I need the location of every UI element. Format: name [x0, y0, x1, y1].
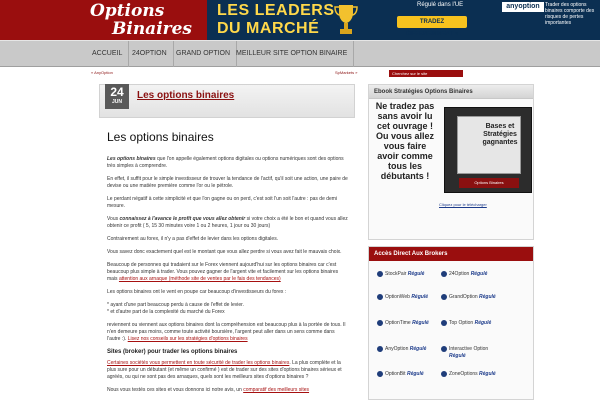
broker-regulated-badge: Régulé: [412, 320, 429, 326]
banner-cta-button[interactable]: TRADEZ DIFFÉREMMENT »: [397, 16, 467, 37]
broker-logo-icon: [441, 346, 447, 352]
page-title: Les options binaires: [107, 130, 214, 144]
post-content: Les options binaires Les options binaire…: [107, 130, 349, 400]
paragraph-9: * ayant d'une part beaucoup perdu à caus…: [107, 302, 244, 308]
paragraph-12: Certaines sociétés vous permettent en to…: [107, 360, 349, 381]
broker-regulated-badge: Régulé: [406, 371, 424, 377]
broker-item[interactable]: GrandOption Régulé: [441, 294, 503, 308]
paragraph-13: Nous vous testés ces sites et vous donno…: [107, 387, 349, 394]
paragraph-10: * et d'autre part de la complexité du ma…: [107, 309, 225, 315]
site-logo[interactable]: Options Binaires: [88, 0, 200, 40]
ebook-download-link[interactable]: Cliquez pour le télécharger: [439, 202, 487, 207]
broker-logo-icon: [377, 271, 383, 277]
broker-name: StockPair: [385, 271, 407, 277]
logo-line-2: Binaires: [112, 19, 193, 39]
date-badge: 24 JUN: [105, 84, 129, 109]
nav-item-grand-option[interactable]: Grand Option: [170, 41, 238, 67]
prev-post-link[interactable]: « AnyOption: [91, 70, 113, 75]
broker-name: ZoneOptions: [449, 371, 478, 377]
broker-name: Interactive Option: [449, 346, 489, 352]
broker-logo-icon: [377, 320, 383, 326]
broker-item[interactable]: ZoneOptions Régulé: [441, 371, 503, 385]
broker-name: OptionWeb: [385, 294, 410, 300]
broker-name: 24Option: [449, 271, 470, 277]
date-month: JUN: [111, 99, 122, 105]
brokers-widget-title: Accès Direct Aux Brokers: [369, 247, 533, 261]
broker-logo-icon: [377, 371, 383, 377]
search-box[interactable]: Cherchez sur le site: [389, 70, 463, 77]
broker-logo-icon: [377, 294, 383, 300]
ebook-cover-title: Bases et Stratégies gagnantes: [482, 123, 518, 146]
paragraph-4-a: Vous: [107, 216, 120, 222]
broker-regulated-badge: Régulé: [474, 320, 492, 326]
nav-item-meilleur-site[interactable]: Meilleur site option binaire: [230, 41, 355, 67]
paragraph-4: Vous connaissez à l'avance le profit que…: [107, 216, 349, 230]
broker-name: AnyOption: [385, 346, 409, 352]
banner-headline-1: LES LEADERS: [217, 2, 335, 19]
broker-logo-icon: [441, 320, 447, 326]
paragraph-8: Les options binaires ont le vent en poup…: [107, 289, 287, 295]
ebook-widget: Ebook Stratégies Options Binaires Ne tra…: [368, 84, 534, 240]
broker-regulated-badge: Régulé: [409, 346, 427, 352]
broker-logo-icon: [441, 294, 447, 300]
paragraph-7: Beaucoup de personnes qui tradaient sur …: [107, 262, 349, 283]
paragraph-2: En effet, il suffit pour le simple inves…: [107, 176, 348, 189]
date-day: 24: [110, 85, 124, 99]
broker-item[interactable]: Interactive Option Régulé: [441, 346, 503, 360]
comparatif-link[interactable]: comparatif des meilleurs sites: [243, 387, 309, 393]
nav-item-24option[interactable]: 24Option: [126, 41, 174, 67]
section-heading: Sites (broker) pour trader les options b…: [107, 349, 238, 355]
broker-item[interactable]: OptionTime Régulé: [377, 320, 439, 334]
paragraph-3: Le perdant négatif à cette simplicité et…: [107, 196, 338, 209]
arnaque-link[interactable]: attention aux arnaque (méthode site de v…: [119, 276, 281, 282]
strategies-link[interactable]: Lisez nos conseils sur les stratégies d'…: [128, 336, 248, 342]
ebook-cover-screen: Bases et Stratégies gagnantes: [457, 116, 521, 174]
paragraph-6: Vous savez donc exactement quel est le m…: [107, 249, 342, 255]
anyoption-banner-ad[interactable]: LES LEADERS DU MARCHÉ Régulé dans l'UE T…: [207, 0, 600, 40]
ebook-pitch: Ne tradez pas sans avoir lu cet ouvrage …: [375, 101, 435, 181]
broker-regulated-badge: Régulé: [470, 271, 488, 277]
nav-item-accueil[interactable]: Accueil: [86, 41, 130, 67]
broker-item[interactable]: 24Option Régulé: [441, 271, 503, 285]
next-post-link[interactable]: SpMarkets »: [335, 70, 357, 75]
trophy-icon: [334, 5, 358, 34]
paragraph-4-strong: connaissez à l'avance le profit que vous…: [119, 216, 246, 222]
broker-regulated-badge: Régulé: [407, 271, 425, 277]
post-header: 24 JUN Les options binaires: [99, 84, 355, 118]
broker-name: OptionBit: [385, 371, 406, 377]
broker-regulated-badge: Régulé: [449, 353, 466, 359]
banner-regulated-text: Régulé dans l'UE: [417, 2, 464, 8]
broker-item[interactable]: AnyOption Régulé: [377, 346, 439, 360]
broker-item[interactable]: Top Option Régulé: [441, 320, 503, 334]
broker-item[interactable]: OptionWeb Régulé: [377, 294, 439, 308]
broker-item[interactable]: OptionBit Régulé: [377, 371, 439, 385]
broker-logo-icon: [441, 271, 447, 277]
broker-name: OptionTime: [385, 320, 411, 326]
broker-regulated-badge: Régulé: [479, 294, 496, 300]
site-header: Options Binaires LES LEADERS DU MARCHÉ R…: [0, 0, 600, 40]
broker-item[interactable]: StockPair Régulé: [377, 271, 439, 285]
paragraph-11: reviennent ou viennent aux options binai…: [107, 322, 349, 343]
logo-line-1: Options: [90, 1, 165, 21]
broker-logo-icon: [377, 346, 383, 352]
main-nav: Accueil 24Option Grand Option Meilleur s…: [0, 40, 600, 67]
paragraph-5: Contrairement au forex, il n'y a pas d'e…: [107, 236, 279, 242]
broker-logo-icon: [441, 371, 447, 377]
banner-risk-tagline: Trader des options binaires comporte des…: [545, 2, 595, 26]
paragraph-13-text: Nous vous testés ces sites et vous donno…: [107, 387, 244, 393]
broker-name: Top Option: [449, 320, 474, 326]
ebook-widget-title: Ebook Stratégies Options Binaires: [369, 85, 533, 99]
societes-link[interactable]: Certaines sociétés vous permettent en to…: [107, 360, 289, 366]
banner-headline-2: DU MARCHÉ: [217, 20, 320, 37]
paragraph-1-strong: Les options binaires: [107, 156, 156, 162]
broker-regulated-badge: Régulé: [479, 371, 496, 377]
banner-brand-logo: anyoption: [502, 2, 544, 12]
paragraph-1: Les options binaires que l'on appelle ég…: [107, 156, 349, 170]
broker-name: GrandOption: [449, 294, 478, 300]
ebook-cover[interactable]: Bases et Stratégies gagnantes Options Bi…: [444, 107, 532, 193]
brokers-widget: Accès Direct Aux Brokers StockPair Régul…: [368, 246, 534, 400]
ebook-cover-footer: Options Binaires: [459, 178, 519, 188]
post-title-link[interactable]: Les options binaires: [137, 90, 234, 101]
broker-regulated-badge: Régulé: [411, 294, 428, 300]
